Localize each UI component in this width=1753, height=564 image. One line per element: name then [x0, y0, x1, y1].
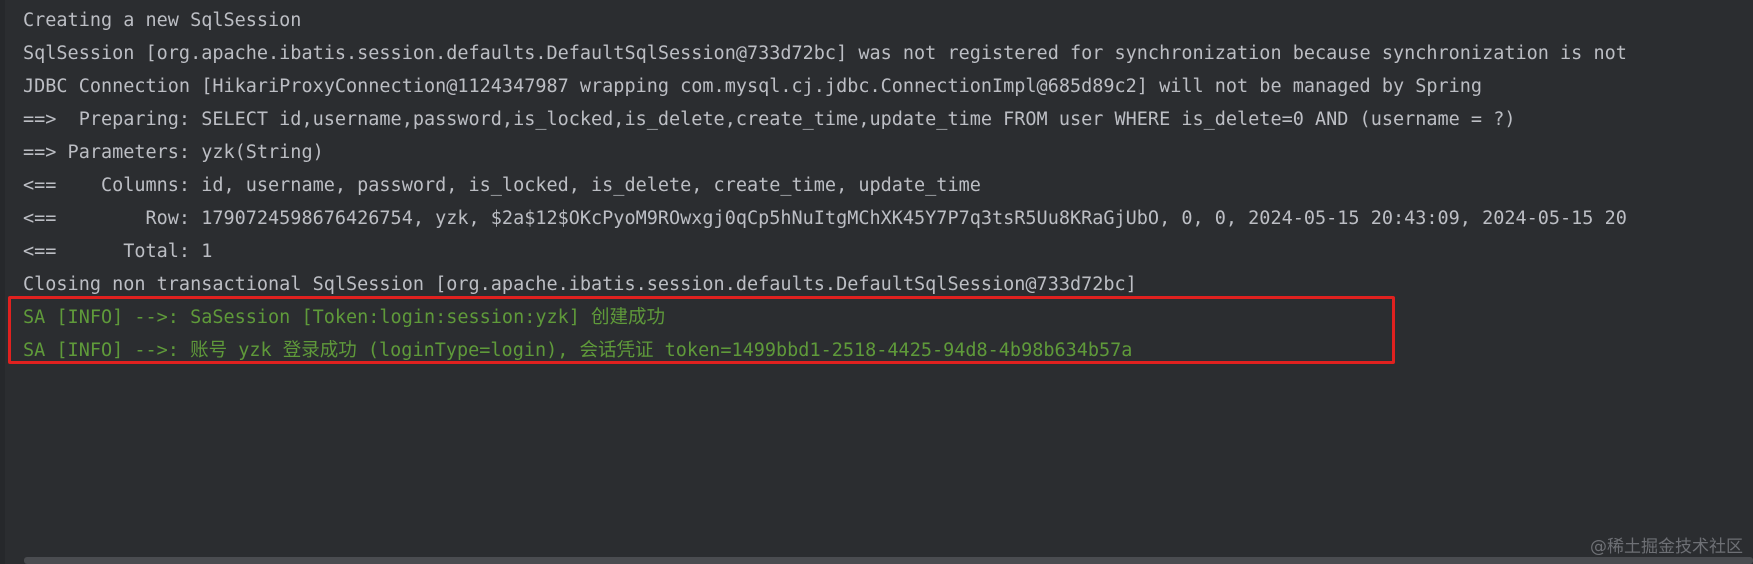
horizontal-scrollbar[interactable]: [24, 557, 1753, 564]
log-line: <== Row: 1790724598676426754, yzk, $2a$1…: [23, 208, 1627, 229]
log-line: JDBC Connection [HikariProxyConnection@1…: [23, 76, 1483, 97]
highlight-annotation-box: [8, 296, 1395, 364]
log-line: Creating a new SqlSession: [23, 10, 302, 31]
log-line: ==> Preparing: SELECT id,username,passwo…: [23, 109, 1516, 130]
console-output[interactable]: Creating a new SqlSession SqlSession [or…: [0, 0, 1753, 564]
watermark: @稀土掘金技术社区: [1590, 537, 1743, 557]
log-line: ==> Parameters: yzk(String): [23, 142, 324, 163]
console-gutter: [0, 0, 5, 564]
log-line: <== Total: 1: [23, 241, 213, 262]
log-line: <== Columns: id, username, password, is_…: [23, 175, 981, 196]
log-line: SqlSession [org.apache.ibatis.session.de…: [23, 43, 1627, 64]
